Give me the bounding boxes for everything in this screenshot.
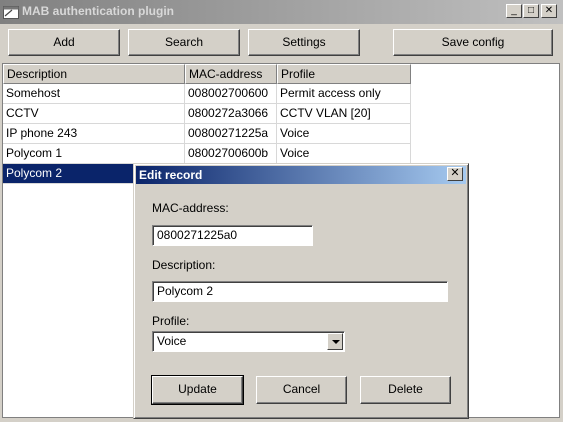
cell-profile: Voice (277, 144, 411, 164)
profile-label: Profile: (152, 314, 190, 328)
table-row[interactable]: CCTV 0800272a3066 CCTV VLAN [20] (3, 104, 411, 124)
add-button[interactable]: Add (8, 29, 120, 56)
column-header-description[interactable]: Description (3, 64, 185, 84)
cell-mac-address: 0800272a3066 (185, 104, 277, 124)
column-header-mac-address[interactable]: MAC-address (185, 64, 277, 84)
mac-address-field[interactable]: 0800271225a0 (152, 225, 313, 246)
title-bar[interactable]: MAB authentication plugin _ □ ✕ (0, 0, 563, 24)
dialog-close-button[interactable]: ✕ (447, 167, 463, 181)
save-config-button[interactable]: Save config (393, 29, 553, 56)
search-button[interactable]: Search (128, 29, 240, 56)
cancel-button[interactable]: Cancel (256, 376, 347, 404)
cell-profile: CCTV VLAN [20] (277, 104, 411, 124)
close-button[interactable]: ✕ (541, 4, 557, 18)
cell-description: Somehost (3, 84, 185, 104)
table-row[interactable]: Somehost 008002700600 Permit access only (3, 84, 411, 104)
chevron-down-icon[interactable] (327, 333, 343, 350)
profile-select[interactable]: Voice (152, 331, 345, 352)
cell-description: CCTV (3, 104, 185, 124)
window-title: MAB authentication plugin (22, 4, 174, 18)
column-header-profile[interactable]: Profile (277, 64, 411, 84)
main-window: MAB authentication plugin _ □ ✕ Add Sear… (0, 0, 563, 422)
cell-description: IP phone 243 (3, 124, 185, 144)
description-field[interactable]: Polycom 2 (152, 281, 448, 302)
cell-profile: Permit access only (277, 84, 411, 104)
cell-mac-address: 008002700600 (185, 84, 277, 104)
description-label: Description: (152, 258, 216, 272)
minimize-button[interactable]: _ (506, 4, 522, 18)
dialog-title: Edit record (139, 168, 203, 182)
cell-description: Polycom 1 (3, 144, 185, 164)
table-row[interactable]: IP phone 243 00800271225a Voice (3, 124, 411, 144)
update-button[interactable]: Update (151, 375, 244, 405)
cell-mac-address: 00800271225a (185, 124, 277, 144)
mac-address-label: MAC-address: (152, 201, 229, 215)
settings-button[interactable]: Settings (248, 29, 360, 56)
cell-profile: Voice (277, 124, 411, 144)
cell-mac-address: 08002700600b (185, 144, 277, 164)
edit-record-dialog: Edit record ✕ MAC-address: 0800271225a0 … (133, 163, 469, 419)
profile-select-value: Voice (157, 334, 187, 348)
delete-button[interactable]: Delete (360, 376, 451, 404)
dialog-title-bar[interactable]: Edit record ✕ (136, 166, 466, 184)
app-window-icon (3, 6, 19, 19)
table-row[interactable]: Polycom 1 08002700600b Voice (3, 144, 411, 164)
maximize-button[interactable]: □ (523, 4, 539, 18)
